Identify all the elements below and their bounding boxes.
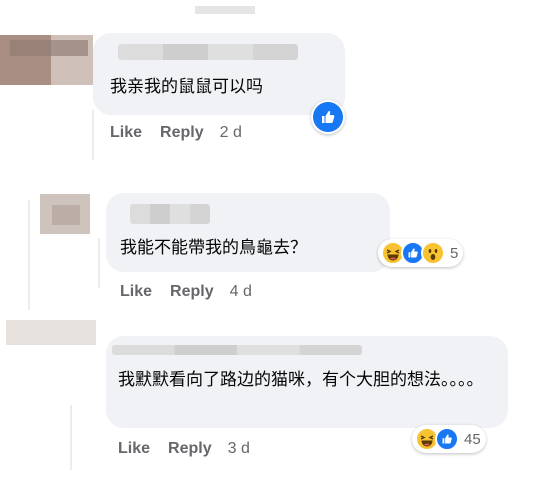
thread-line: [70, 405, 72, 470]
like-button[interactable]: Like: [110, 124, 142, 142]
reaction-summary[interactable]: [311, 100, 345, 134]
like-icon: [313, 102, 343, 132]
reply-button[interactable]: Reply: [160, 124, 204, 142]
avatar-blurred: [6, 320, 96, 345]
comment-actions: Like Reply 3 d: [118, 440, 250, 458]
comment-actions: Like Reply 2 d: [110, 124, 242, 142]
reaction-summary[interactable]: 45: [412, 425, 486, 453]
reaction-count[interactable]: 45: [464, 431, 481, 448]
thread-line: [92, 110, 94, 160]
comment-text: 我亲我的鼠鼠可以吗: [110, 77, 263, 96]
blurred-top-content: [195, 6, 255, 14]
like-button[interactable]: Like: [118, 440, 150, 458]
comment-text: 我默默看向了路边的猫咪，有个大胆的想法。。。。: [118, 370, 484, 389]
commenter-name-blurred[interactable]: [130, 204, 210, 224]
comment-text: 我能不能帶我的鳥龜去？: [120, 238, 307, 257]
commenter-name-blurred[interactable]: [118, 44, 298, 60]
comment-timestamp[interactable]: 3 d: [228, 440, 250, 458]
like-icon: [435, 427, 459, 451]
reply-button[interactable]: Reply: [168, 440, 212, 458]
commenter-name-blurred[interactable]: [112, 345, 362, 355]
comment-actions: Like Reply 4 d: [120, 283, 252, 301]
like-button[interactable]: Like: [120, 283, 152, 301]
reply-button[interactable]: Reply: [170, 283, 214, 301]
reaction-count[interactable]: 5: [450, 245, 458, 262]
reaction-summary[interactable]: 5: [378, 239, 464, 267]
avatar-blurred-detail: [52, 205, 80, 225]
comment-timestamp[interactable]: 4 d: [230, 283, 252, 301]
thread-line: [28, 200, 30, 310]
avatar-blurred-detail: [10, 40, 88, 56]
comment-timestamp[interactable]: 2 d: [220, 124, 242, 142]
wow-icon: [421, 241, 445, 265]
thread-line: [98, 238, 100, 288]
